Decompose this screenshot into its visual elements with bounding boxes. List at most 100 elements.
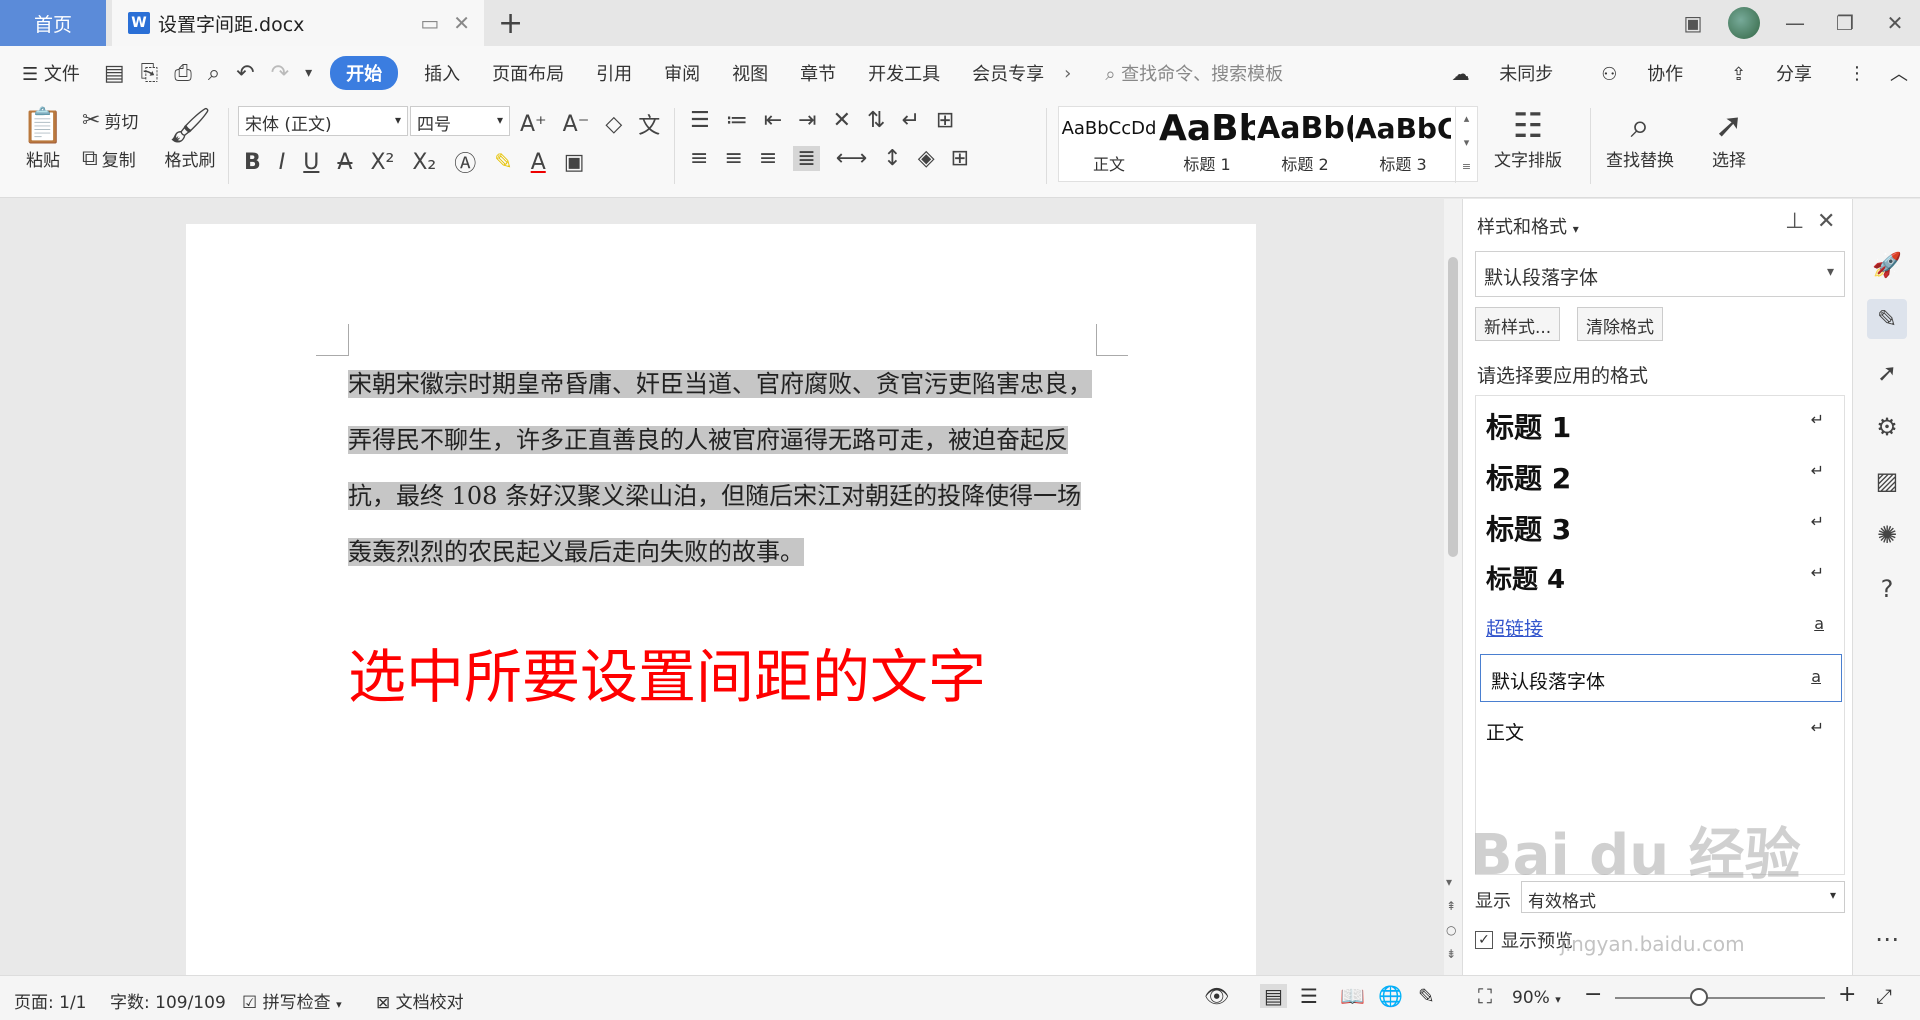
bold-icon[interactable]: B: [244, 150, 261, 175]
close-tab-icon[interactable]: ✕: [453, 11, 470, 35]
phonetic-icon[interactable]: 文: [638, 108, 660, 140]
menu-tab-layout[interactable]: 页面布局: [476, 60, 580, 86]
scroll-down-icon[interactable]: ▾: [1446, 875, 1452, 889]
cut-button[interactable]: ✂ 剪切: [82, 108, 138, 133]
page-view-icon[interactable]: ▣: [1668, 11, 1718, 35]
chinese-layout-icon[interactable]: ✕: [833, 108, 851, 133]
justify-icon[interactable]: ≣: [793, 146, 820, 171]
subscript-icon[interactable]: X₂: [412, 150, 436, 175]
sort-icon[interactable]: ⇅: [867, 108, 885, 133]
align-left-icon[interactable]: ≡: [690, 146, 708, 171]
style-heading-2[interactable]: AaBb(标题 2: [1257, 107, 1353, 183]
format-painter-button[interactable]: 🖌 格式刷: [162, 106, 218, 171]
outline-view-icon[interactable]: ☰: [1300, 984, 1318, 1008]
tab-home[interactable]: 首页: [0, 0, 106, 46]
rocket-icon[interactable]: 🚀: [1867, 245, 1907, 285]
undo-icon[interactable]: ↶: [228, 61, 262, 86]
next-page-icon[interactable]: ⇟: [1446, 947, 1456, 961]
web-view-icon[interactable]: 🌐: [1378, 984, 1403, 1008]
vertical-scrollbar[interactable]: ▾ ⇞ ○ ⇟: [1444, 199, 1462, 975]
font-size-select[interactable]: 四号 ▾: [410, 106, 510, 136]
increase-indent-icon[interactable]: ⇥: [798, 108, 816, 133]
redo-icon[interactable]: ↷: [263, 61, 297, 86]
borders-icon[interactable]: ⊞: [951, 146, 969, 171]
menu-tab-references[interactable]: 引用: [580, 60, 648, 86]
page-view-icon[interactable]: ▤: [1260, 984, 1287, 1008]
more-icon[interactable]: ⋯: [1867, 919, 1907, 959]
style-heading-1[interactable]: AaBb 标题 1: [1159, 107, 1255, 183]
zoom-slider[interactable]: [1615, 997, 1825, 999]
close-window-icon[interactable]: ✕: [1870, 11, 1920, 35]
table-grid-icon[interactable]: ⊞: [936, 108, 954, 133]
body-paragraph[interactable]: 宋朝宋徽宗时期皇帝昏庸、奸臣当道、官府腐败、贪官污吏陷害忠良，弄得民不聊生，许多…: [348, 356, 1096, 580]
ai-assist-icon[interactable]: ✺: [1867, 515, 1907, 555]
show-marks-icon[interactable]: ↵: [901, 108, 919, 133]
share-button[interactable]: ⇪ 分享: [1707, 60, 1836, 86]
print-preview-icon[interactable]: ⌕: [200, 61, 228, 86]
monitor-icon[interactable]: ▭: [420, 11, 439, 35]
fullscreen-icon[interactable]: ⤢: [1876, 984, 1892, 1008]
distribute-icon[interactable]: ⟷: [836, 146, 868, 171]
menu-tab-review[interactable]: 审阅: [648, 60, 716, 86]
save-icon[interactable]: ▤: [96, 61, 133, 86]
find-replace-button[interactable]: ⌕ 查找替换: [1606, 106, 1674, 171]
font-color-icon[interactable]: A: [531, 150, 546, 175]
select-button[interactable]: ➚ 选择: [1712, 106, 1746, 171]
char-border-icon[interactable]: ▣: [564, 150, 585, 175]
panel-title[interactable]: 样式和格式 ▾: [1477, 213, 1579, 239]
avatar[interactable]: [1728, 7, 1760, 39]
style-normal[interactable]: AaBbCcDd 正文: [1061, 107, 1157, 183]
show-preview-checkbox[interactable]: ✓ 显示预览: [1475, 927, 1573, 953]
page-indicator[interactable]: 页面: 1/1: [14, 988, 87, 1013]
restore-icon[interactable]: ❐: [1820, 11, 1870, 35]
image-edit-icon[interactable]: ▨: [1867, 461, 1907, 501]
zoom-out-icon[interactable]: −: [1584, 982, 1602, 1007]
list-item[interactable]: 超链接 a: [1476, 602, 1844, 650]
command-search[interactable]: ⌕ 查找命令、搜索模板: [1105, 60, 1283, 86]
reading-view-icon[interactable]: 📖: [1340, 984, 1365, 1008]
file-menu[interactable]: ☰ 文件: [0, 60, 96, 86]
word-count[interactable]: 字数: 109/109: [110, 988, 226, 1013]
collapse-ribbon-icon[interactable]: ︿: [1878, 60, 1920, 86]
superscript-icon[interactable]: X²: [370, 150, 394, 175]
help-icon[interactable]: ?: [1867, 569, 1907, 609]
list-item[interactable]: 标题 4 ↵: [1476, 551, 1844, 599]
text-layout-button[interactable]: ☷ 文字排版: [1494, 106, 1562, 171]
underline-icon[interactable]: U: [303, 150, 319, 175]
align-center-icon[interactable]: ≡: [724, 146, 742, 171]
more-options-icon[interactable]: ⋮: [1836, 63, 1878, 84]
italic-icon[interactable]: I: [279, 150, 286, 175]
menu-tab-insert[interactable]: 插入: [408, 60, 476, 86]
doc-proof-button[interactable]: ⊠ 文档校对: [376, 988, 464, 1013]
tab-document[interactable]: W 设置字间距.docx ▭ ✕: [112, 0, 484, 46]
shading-icon[interactable]: ◈: [918, 146, 935, 171]
more-tabs-icon[interactable]: ›: [1060, 63, 1075, 84]
list-item[interactable]: 标题 2 ↵: [1476, 449, 1844, 497]
bullet-list-icon[interactable]: ☰: [690, 108, 710, 133]
menu-tab-section[interactable]: 章节: [784, 60, 852, 86]
shrink-font-icon[interactable]: A⁻: [563, 112, 590, 137]
select-browse-icon[interactable]: ○: [1446, 923, 1456, 937]
paste-button[interactable]: 📋 粘贴: [18, 106, 68, 171]
style-pen-icon[interactable]: ✎: [1867, 299, 1907, 339]
zoom-slider-knob[interactable]: [1690, 988, 1708, 1006]
quick-access-dropdown-icon[interactable]: ▾: [297, 65, 320, 81]
numbered-list-icon[interactable]: ≔: [726, 108, 748, 133]
align-right-icon[interactable]: ≡: [759, 146, 777, 171]
menu-tab-developer[interactable]: 开发工具: [852, 60, 956, 86]
grow-font-icon[interactable]: A⁺: [520, 112, 547, 137]
zoom-select[interactable]: 90% ▾: [1512, 988, 1561, 1008]
close-panel-icon[interactable]: ✕: [1817, 209, 1835, 234]
fit-page-icon[interactable]: ⛶: [1478, 984, 1492, 1008]
list-item[interactable]: 标题 3 ↵: [1476, 500, 1844, 548]
list-item[interactable]: 正文 ↵: [1476, 706, 1844, 754]
decrease-indent-icon[interactable]: ⇤: [764, 108, 782, 133]
collab-button[interactable]: ⚇ 协作: [1577, 60, 1707, 86]
highlight-icon[interactable]: ✎: [494, 150, 512, 175]
menu-tab-member[interactable]: 会员专享: [956, 60, 1060, 86]
list-item[interactable]: 标题 1 ↵: [1476, 398, 1844, 446]
font-name-select[interactable]: 宋体 (正文) ▾: [238, 106, 408, 136]
print-icon[interactable]: ⎙: [166, 61, 200, 86]
write-view-icon[interactable]: ✎: [1418, 984, 1435, 1008]
clear-format-icon[interactable]: ◇: [605, 112, 622, 137]
